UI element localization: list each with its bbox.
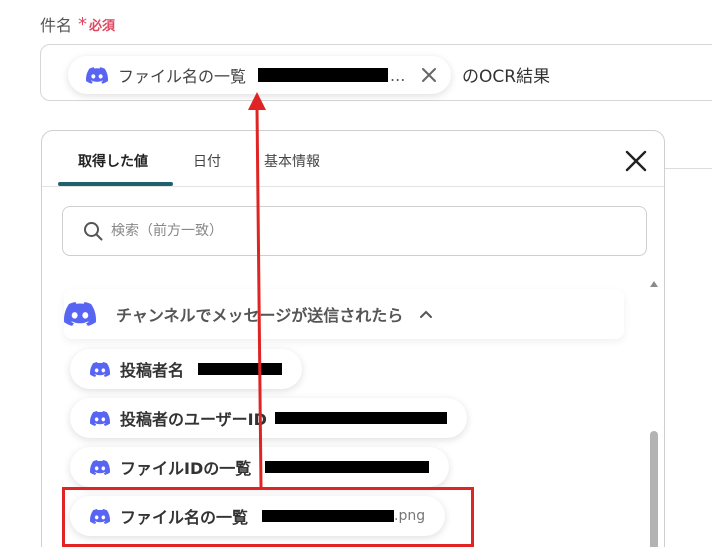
redacted-value xyxy=(258,68,389,82)
annotation-highlight-box xyxy=(62,487,474,547)
discord-icon xyxy=(86,66,108,84)
discord-icon xyxy=(90,410,110,426)
tab-basic-info[interactable]: 基本情報 xyxy=(264,151,320,171)
subject-variable-chip[interactable]: ファイル名の一覧 ... xyxy=(68,56,452,94)
chip-ellipsis: ... xyxy=(390,65,406,85)
item-label: 投稿者のユーザーID xyxy=(120,410,267,429)
active-tab-indicator xyxy=(58,182,173,186)
list-item[interactable]: 投稿者名 xyxy=(70,349,303,389)
discord-icon xyxy=(64,302,96,326)
list-item[interactable]: ファイルIDの一覧 xyxy=(70,447,450,487)
section-title: チャンネルでメッセージが送信されたら xyxy=(116,306,404,325)
tab-retrieved-values[interactable]: 取得した値 xyxy=(78,151,148,171)
scroll-up-arrow[interactable] xyxy=(650,281,658,287)
field-label-text: 件名 xyxy=(40,16,73,35)
value-picker-panel: 取得した値 日付 基本情報 チャンネルでメッセージが送信されたら 投稿者名 投稿… xyxy=(41,130,665,547)
close-icon[interactable] xyxy=(624,149,648,173)
list-item[interactable]: 投稿者のユーザーID xyxy=(70,398,467,438)
scrollbar-thumb[interactable] xyxy=(650,431,658,547)
subject-field-label: 件名 * 必須 xyxy=(40,12,115,36)
required-star: * xyxy=(78,13,88,35)
search-input[interactable] xyxy=(111,223,591,239)
redacted-value xyxy=(198,363,283,375)
section-header-channel-message[interactable]: チャンネルでメッセージが送信されたら xyxy=(64,289,624,339)
tab-date[interactable]: 日付 xyxy=(193,151,221,171)
subject-suffix-text: のOCR結果 xyxy=(462,67,551,87)
close-icon[interactable] xyxy=(421,67,437,83)
item-label: ファイルIDの一覧 xyxy=(120,459,252,478)
divider xyxy=(665,168,712,169)
search-icon xyxy=(84,222,103,241)
redacted-value xyxy=(274,412,447,424)
item-label: 投稿者名 xyxy=(120,361,185,380)
search-box xyxy=(62,206,647,256)
discord-icon xyxy=(90,361,110,377)
discord-icon xyxy=(90,459,110,475)
chevron-up-icon[interactable] xyxy=(419,309,433,319)
chip-label: ファイル名の一覧 xyxy=(118,67,247,86)
redacted-value xyxy=(265,461,430,473)
panel-tabs: 取得した値 日付 基本情報 xyxy=(42,131,664,187)
required-text: 必須 xyxy=(89,18,116,34)
